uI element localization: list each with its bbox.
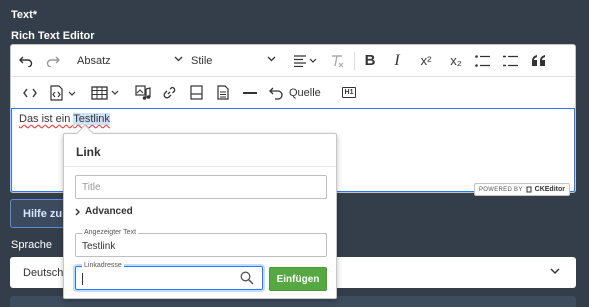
undo-button[interactable] <box>17 49 35 73</box>
display-text-label: Angezeigter Text <box>82 229 139 236</box>
ckeditor-badge[interactable]: POWERED BY CKEditor <box>473 183 570 196</box>
h1-icon: H1 <box>341 87 357 98</box>
code-button[interactable] <box>21 81 39 105</box>
link-url-input[interactable]: Linkadresse <box>75 262 263 290</box>
powered-by-label: POWERED BY <box>478 186 523 193</box>
numbered-list-button[interactable] <box>501 49 521 73</box>
source-icon <box>269 87 283 100</box>
display-text-value: Testlink <box>82 241 116 252</box>
advanced-label: Advanced <box>85 206 133 217</box>
insert-link-button[interactable]: Einfügen <box>269 267 327 291</box>
heading-dropdown-value: Absatz <box>77 54 111 67</box>
alignment-dropdown[interactable] <box>290 49 322 73</box>
heading-dropdown[interactable]: Absatz <box>77 49 183 73</box>
redo-icon <box>46 56 60 67</box>
link-popup: Link Title Advanced Angezeigter Text Tes… <box>63 124 337 299</box>
chevron-down-icon <box>174 56 183 61</box>
link-icon <box>163 86 176 98</box>
editor-text: Das ist ein <box>19 113 74 125</box>
display-text-input[interactable]: Angezeigter Text Testlink <box>75 229 327 257</box>
code-block-dropdown[interactable] <box>47 81 79 105</box>
subscript-icon: x₂ <box>450 53 462 68</box>
media-icon <box>135 84 151 100</box>
advanced-toggle[interactable]: Advanced <box>75 206 133 217</box>
heading-1-button[interactable]: H1 <box>339 81 359 105</box>
selected-link-text: Testlink <box>73 113 110 125</box>
bold-icon: B <box>364 52 376 69</box>
page-break-button[interactable] <box>187 81 205 105</box>
ckeditor-brand: CKEditor <box>534 186 565 193</box>
bold-button[interactable]: B <box>361 49 379 73</box>
page-break-icon <box>189 85 203 100</box>
superscript-icon: x² <box>420 53 432 68</box>
block-quote-button[interactable] <box>529 49 549 73</box>
link-url-label: Linkadresse <box>82 262 124 269</box>
link-popup-title: Link <box>76 145 101 159</box>
language-label: Sprache <box>11 239 52 251</box>
remove-format-icon <box>332 54 344 67</box>
source-label: Quelle <box>289 86 321 99</box>
align-left-icon <box>294 54 317 67</box>
chevron-down-icon <box>550 268 560 274</box>
table-icon <box>91 85 119 100</box>
style-dropdown-value: Stile <box>191 54 213 67</box>
search-icon[interactable] <box>240 271 254 285</box>
code-block-icon <box>50 84 76 101</box>
italic-icon: I <box>394 51 400 69</box>
source-button[interactable]: Quelle <box>269 81 331 105</box>
link-title-placeholder: Title <box>82 182 101 193</box>
undo-icon <box>19 56 33 67</box>
link-popup-header: Link <box>64 134 336 167</box>
toolbar-separator <box>354 52 355 70</box>
superscript-button[interactable]: x² <box>414 49 438 73</box>
bulleted-list-button[interactable] <box>473 49 493 73</box>
horizontal-line-icon <box>243 91 257 94</box>
remove-format-button[interactable] <box>329 49 347 73</box>
subscript-button[interactable]: x₂ <box>444 49 468 73</box>
template-button[interactable] <box>214 81 232 105</box>
rich-text-editor-label: Rich Text Editor <box>11 30 95 42</box>
quote-icon <box>532 55 545 66</box>
horizontal-line-button[interactable] <box>240 81 260 105</box>
chevron-right-icon <box>75 208 80 215</box>
text-cursor <box>82 273 83 285</box>
language-select-value: Deutsch <box>23 267 64 279</box>
style-dropdown[interactable]: Stile <box>191 49 276 73</box>
ckeditor-logo-icon <box>526 186 532 193</box>
editor-paragraph: Das ist ein Testlink <box>19 113 110 125</box>
numbered-list-icon <box>503 55 518 66</box>
toolbar-row-1: Absatz Stile B I x² x₂ <box>11 45 575 77</box>
redo-button[interactable] <box>44 49 62 73</box>
text-field-label: Text* <box>11 9 38 21</box>
link-button[interactable] <box>159 81 179 105</box>
bulleted-list-icon <box>475 54 490 67</box>
code-icon <box>23 88 37 97</box>
insert-media-button[interactable] <box>133 81 153 105</box>
help-button-label: Hilfe zu <box>23 208 63 220</box>
document-icon <box>217 85 229 100</box>
chevron-down-icon <box>267 56 276 61</box>
insert-table-dropdown[interactable] <box>89 81 123 105</box>
link-title-input[interactable]: Title <box>75 175 327 199</box>
italic-button[interactable]: I <box>388 49 406 73</box>
